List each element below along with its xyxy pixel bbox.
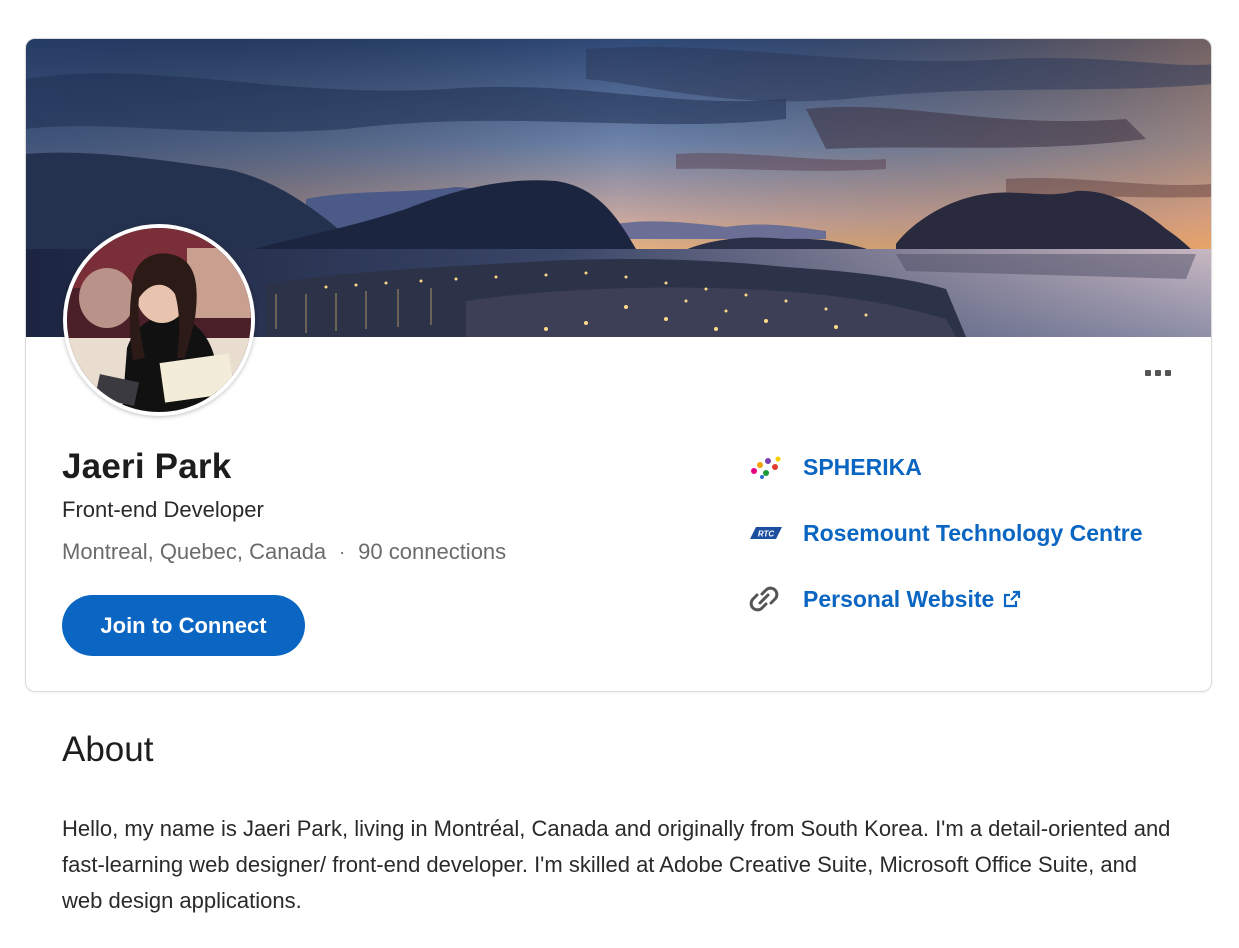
meta-separator: · <box>339 541 346 562</box>
link-label-personal-website[interactable]: Personal Website <box>803 586 994 613</box>
more-dot <box>1155 370 1161 376</box>
rtc-logo-icon: RTC <box>748 516 786 550</box>
about-heading: About <box>62 730 154 769</box>
link-label-rosemount[interactable]: Rosemount Technology Centre <box>803 520 1143 547</box>
profile-name: Jaeri Park <box>62 447 232 486</box>
link-personal-website[interactable]: Personal Website <box>748 579 1022 619</box>
more-options-button[interactable] <box>1136 361 1180 385</box>
link-spherika[interactable]: SPHERIKA <box>748 447 922 487</box>
link-label-spherika[interactable]: SPHERIKA <box>803 454 922 481</box>
link-chain-icon <box>748 582 786 616</box>
join-to-connect-button[interactable]: Join to Connect <box>62 595 305 656</box>
profile-card: Jaeri Park Front-end Developer Montreal,… <box>25 38 1212 692</box>
profile-location: Montreal, Quebec, Canada <box>62 539 327 564</box>
link-rosemount[interactable]: RTC Rosemount Technology Centre <box>748 513 1143 553</box>
rtc-logo-text: RTC <box>758 530 775 539</box>
profile-avatar <box>63 224 255 416</box>
spherika-logo-icon <box>748 450 786 484</box>
more-dot <box>1165 370 1171 376</box>
external-link-icon <box>1002 589 1022 609</box>
profile-headline: Front-end Developer <box>62 497 264 522</box>
profile-connections: 90 connections <box>358 539 507 564</box>
more-dot <box>1145 370 1151 376</box>
profile-meta: Montreal, Quebec, Canada · 90 connection… <box>62 539 506 565</box>
about-text: Hello, my name is Jaeri Park, living in … <box>62 816 1171 913</box>
